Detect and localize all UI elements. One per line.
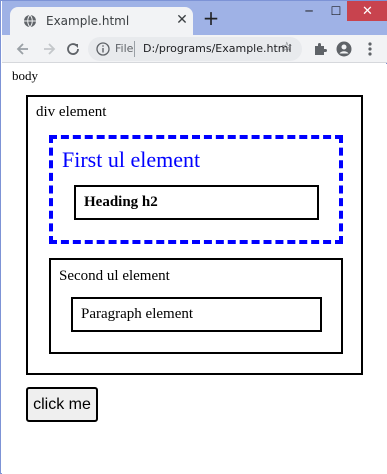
- more-vertical-icon: [368, 42, 372, 56]
- second-ul-box: Second ul element Paragraph element: [49, 258, 343, 354]
- menu-button[interactable]: [362, 41, 378, 57]
- minimize-button[interactable]: ─: [295, 1, 323, 21]
- tab-close-icon[interactable]: ✕: [175, 13, 189, 27]
- reload-icon: [67, 43, 79, 55]
- paragraph-box: Paragraph element: [71, 297, 322, 332]
- url-scheme: File: [115, 42, 134, 55]
- puzzle-icon: [315, 43, 327, 55]
- heading-h2-text: Heading h2: [84, 194, 158, 210]
- address-separator: [134, 41, 135, 57]
- globe-icon: [24, 14, 36, 28]
- star-icon[interactable]: ☆: [281, 41, 295, 55]
- forward-button[interactable]: [39, 39, 59, 59]
- first-ul-label: First ul element: [62, 147, 201, 172]
- arrow-right-icon: [44, 43, 56, 55]
- account-icon: [336, 41, 352, 57]
- address-bar[interactable]: File D:/programs/Example.html ☆: [88, 37, 302, 61]
- paragraph-text: Paragraph element: [81, 306, 194, 322]
- maximize-button[interactable]: ☐: [322, 1, 350, 21]
- tab-title: Example.html: [46, 14, 130, 28]
- profile-button[interactable]: [336, 41, 352, 57]
- browser-window: Example.html ✕ + ─ ☐ ✕ File D:/programs/…: [0, 0, 387, 474]
- body-label: body: [12, 68, 38, 83]
- browser-toolbar: File D:/programs/Example.html ☆: [2, 35, 387, 63]
- back-button[interactable]: [13, 39, 33, 59]
- page-content: body div element First ul element Headin…: [2, 64, 387, 474]
- heading-h2-box: Heading h2: [74, 185, 319, 220]
- arrow-left-icon: [16, 43, 28, 55]
- url-text[interactable]: D:/programs/Example.html: [143, 42, 292, 55]
- second-ul-label: Second ul element: [59, 268, 170, 284]
- click-me-button[interactable]: click me: [26, 387, 98, 422]
- info-icon[interactable]: [96, 42, 110, 56]
- div-element-box: div element First ul element Heading h2 …: [26, 95, 363, 375]
- new-tab-button[interactable]: +: [201, 8, 221, 29]
- title-bar: Example.html ✕ + ─ ☐ ✕: [2, 1, 387, 35]
- first-ul-box: First ul element Heading h2: [49, 135, 343, 244]
- extensions-button[interactable]: [312, 41, 328, 57]
- div-label: div element: [36, 104, 107, 120]
- close-window-button[interactable]: ✕: [347, 1, 387, 21]
- reload-button[interactable]: [63, 39, 83, 59]
- browser-tab[interactable]: Example.html ✕: [10, 7, 193, 35]
